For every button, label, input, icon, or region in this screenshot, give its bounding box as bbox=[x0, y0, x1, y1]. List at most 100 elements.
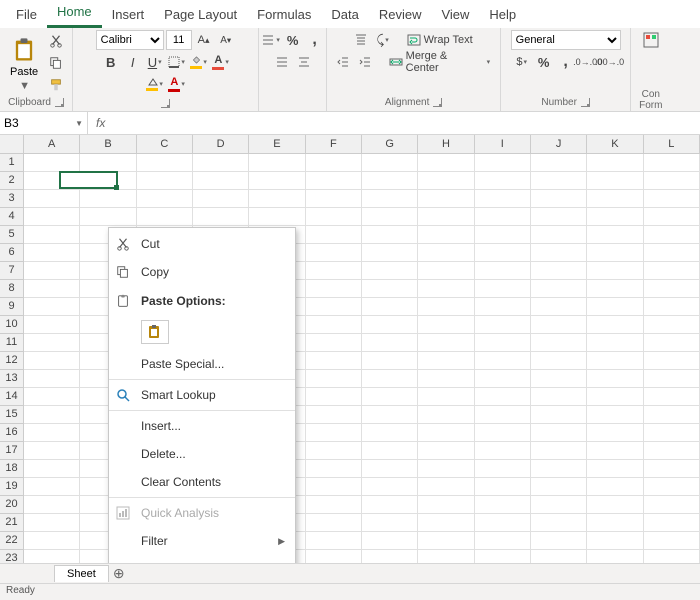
cell[interactable] bbox=[475, 460, 531, 478]
cell[interactable] bbox=[587, 262, 643, 280]
cell[interactable] bbox=[587, 550, 643, 563]
cm-sort[interactable]: Sort ▶ bbox=[109, 555, 295, 563]
cell[interactable] bbox=[587, 154, 643, 172]
cell[interactable] bbox=[306, 208, 362, 226]
cell[interactable] bbox=[24, 244, 80, 262]
cell[interactable] bbox=[362, 154, 418, 172]
cell[interactable] bbox=[531, 406, 587, 424]
cell[interactable] bbox=[531, 316, 587, 334]
cell[interactable] bbox=[137, 172, 193, 190]
cell[interactable] bbox=[587, 514, 643, 532]
decrease-font-button[interactable]: A▾ bbox=[216, 30, 236, 50]
cell[interactable] bbox=[418, 514, 474, 532]
cell[interactable] bbox=[475, 298, 531, 316]
cell[interactable] bbox=[475, 442, 531, 460]
orientation-button[interactable]: ⤹▾ bbox=[373, 30, 393, 50]
cell[interactable] bbox=[306, 514, 362, 532]
column-header[interactable]: L bbox=[644, 135, 700, 154]
cell[interactable] bbox=[531, 550, 587, 563]
row-header[interactable]: 1 bbox=[0, 154, 24, 172]
cell[interactable] bbox=[24, 532, 80, 550]
cell[interactable] bbox=[362, 478, 418, 496]
cell[interactable] bbox=[362, 370, 418, 388]
cm-cut[interactable]: Cut bbox=[109, 230, 295, 258]
cell[interactable] bbox=[306, 226, 362, 244]
cell[interactable] bbox=[306, 280, 362, 298]
cell[interactable] bbox=[362, 208, 418, 226]
column-header[interactable]: G bbox=[362, 135, 418, 154]
alignment-launcher[interactable] bbox=[433, 98, 442, 107]
cell[interactable] bbox=[362, 190, 418, 208]
tab-view[interactable]: View bbox=[431, 2, 479, 28]
cell[interactable] bbox=[587, 190, 643, 208]
cell[interactable] bbox=[531, 208, 587, 226]
row-header[interactable]: 7 bbox=[0, 262, 24, 280]
tab-file[interactable]: File bbox=[6, 2, 47, 28]
cell[interactable] bbox=[475, 280, 531, 298]
column-header[interactable]: B bbox=[80, 135, 136, 154]
merge-center-button[interactable]: Merge & Center ▾ bbox=[385, 52, 494, 72]
cell[interactable] bbox=[644, 406, 700, 424]
increase-indent-button[interactable] bbox=[355, 52, 375, 72]
name-box[interactable]: ▼ bbox=[0, 112, 88, 134]
cell[interactable] bbox=[418, 280, 474, 298]
row-header[interactable]: 8 bbox=[0, 280, 24, 298]
align-btn[interactable] bbox=[272, 52, 292, 72]
cell[interactable] bbox=[644, 244, 700, 262]
cell[interactable] bbox=[306, 316, 362, 334]
cell[interactable] bbox=[475, 424, 531, 442]
cell[interactable] bbox=[24, 460, 80, 478]
cell[interactable] bbox=[475, 334, 531, 352]
row-header[interactable]: 19 bbox=[0, 478, 24, 496]
cell[interactable] bbox=[531, 262, 587, 280]
cell[interactable] bbox=[306, 550, 362, 563]
cell[interactable] bbox=[531, 172, 587, 190]
cell[interactable] bbox=[587, 298, 643, 316]
cell[interactable] bbox=[306, 460, 362, 478]
column-header[interactable]: K bbox=[587, 135, 643, 154]
tab-formulas[interactable]: Formulas bbox=[247, 2, 321, 28]
cell[interactable] bbox=[362, 406, 418, 424]
cm-copy[interactable]: Copy bbox=[109, 258, 295, 286]
row-header[interactable]: 23 bbox=[0, 550, 24, 563]
cell[interactable] bbox=[644, 280, 700, 298]
cm-smart-lookup[interactable]: Smart Lookup bbox=[109, 381, 295, 409]
cell[interactable] bbox=[80, 208, 136, 226]
formula-input[interactable] bbox=[113, 112, 700, 134]
cell[interactable] bbox=[362, 388, 418, 406]
row-header[interactable]: 17 bbox=[0, 442, 24, 460]
fill-color-button[interactable]: ▾ bbox=[189, 52, 209, 72]
cell[interactable] bbox=[249, 190, 305, 208]
cell[interactable] bbox=[306, 172, 362, 190]
cell[interactable] bbox=[475, 154, 531, 172]
row-header[interactable]: 18 bbox=[0, 460, 24, 478]
cell[interactable] bbox=[531, 226, 587, 244]
cell[interactable] bbox=[418, 316, 474, 334]
italic-button[interactable]: I bbox=[123, 52, 143, 72]
cell[interactable] bbox=[362, 226, 418, 244]
cell[interactable] bbox=[644, 388, 700, 406]
row-header[interactable]: 16 bbox=[0, 424, 24, 442]
cell[interactable] bbox=[587, 316, 643, 334]
number-format-select[interactable]: General bbox=[511, 30, 621, 50]
cell[interactable] bbox=[587, 208, 643, 226]
cell[interactable] bbox=[531, 334, 587, 352]
row-header[interactable]: 3 bbox=[0, 190, 24, 208]
cell[interactable] bbox=[587, 424, 643, 442]
cell[interactable] bbox=[531, 370, 587, 388]
cell[interactable] bbox=[531, 442, 587, 460]
cell[interactable] bbox=[24, 496, 80, 514]
row-header[interactable]: 5 bbox=[0, 226, 24, 244]
cell[interactable] bbox=[362, 334, 418, 352]
cell[interactable] bbox=[418, 532, 474, 550]
cell[interactable] bbox=[587, 172, 643, 190]
cell[interactable] bbox=[587, 388, 643, 406]
cell[interactable] bbox=[644, 424, 700, 442]
paste-button[interactable]: Paste ▼ bbox=[6, 32, 42, 94]
cell[interactable] bbox=[531, 496, 587, 514]
cell[interactable] bbox=[249, 154, 305, 172]
row-header[interactable]: 20 bbox=[0, 496, 24, 514]
cell[interactable] bbox=[362, 172, 418, 190]
select-all-corner[interactable] bbox=[0, 135, 24, 154]
cell[interactable] bbox=[24, 442, 80, 460]
